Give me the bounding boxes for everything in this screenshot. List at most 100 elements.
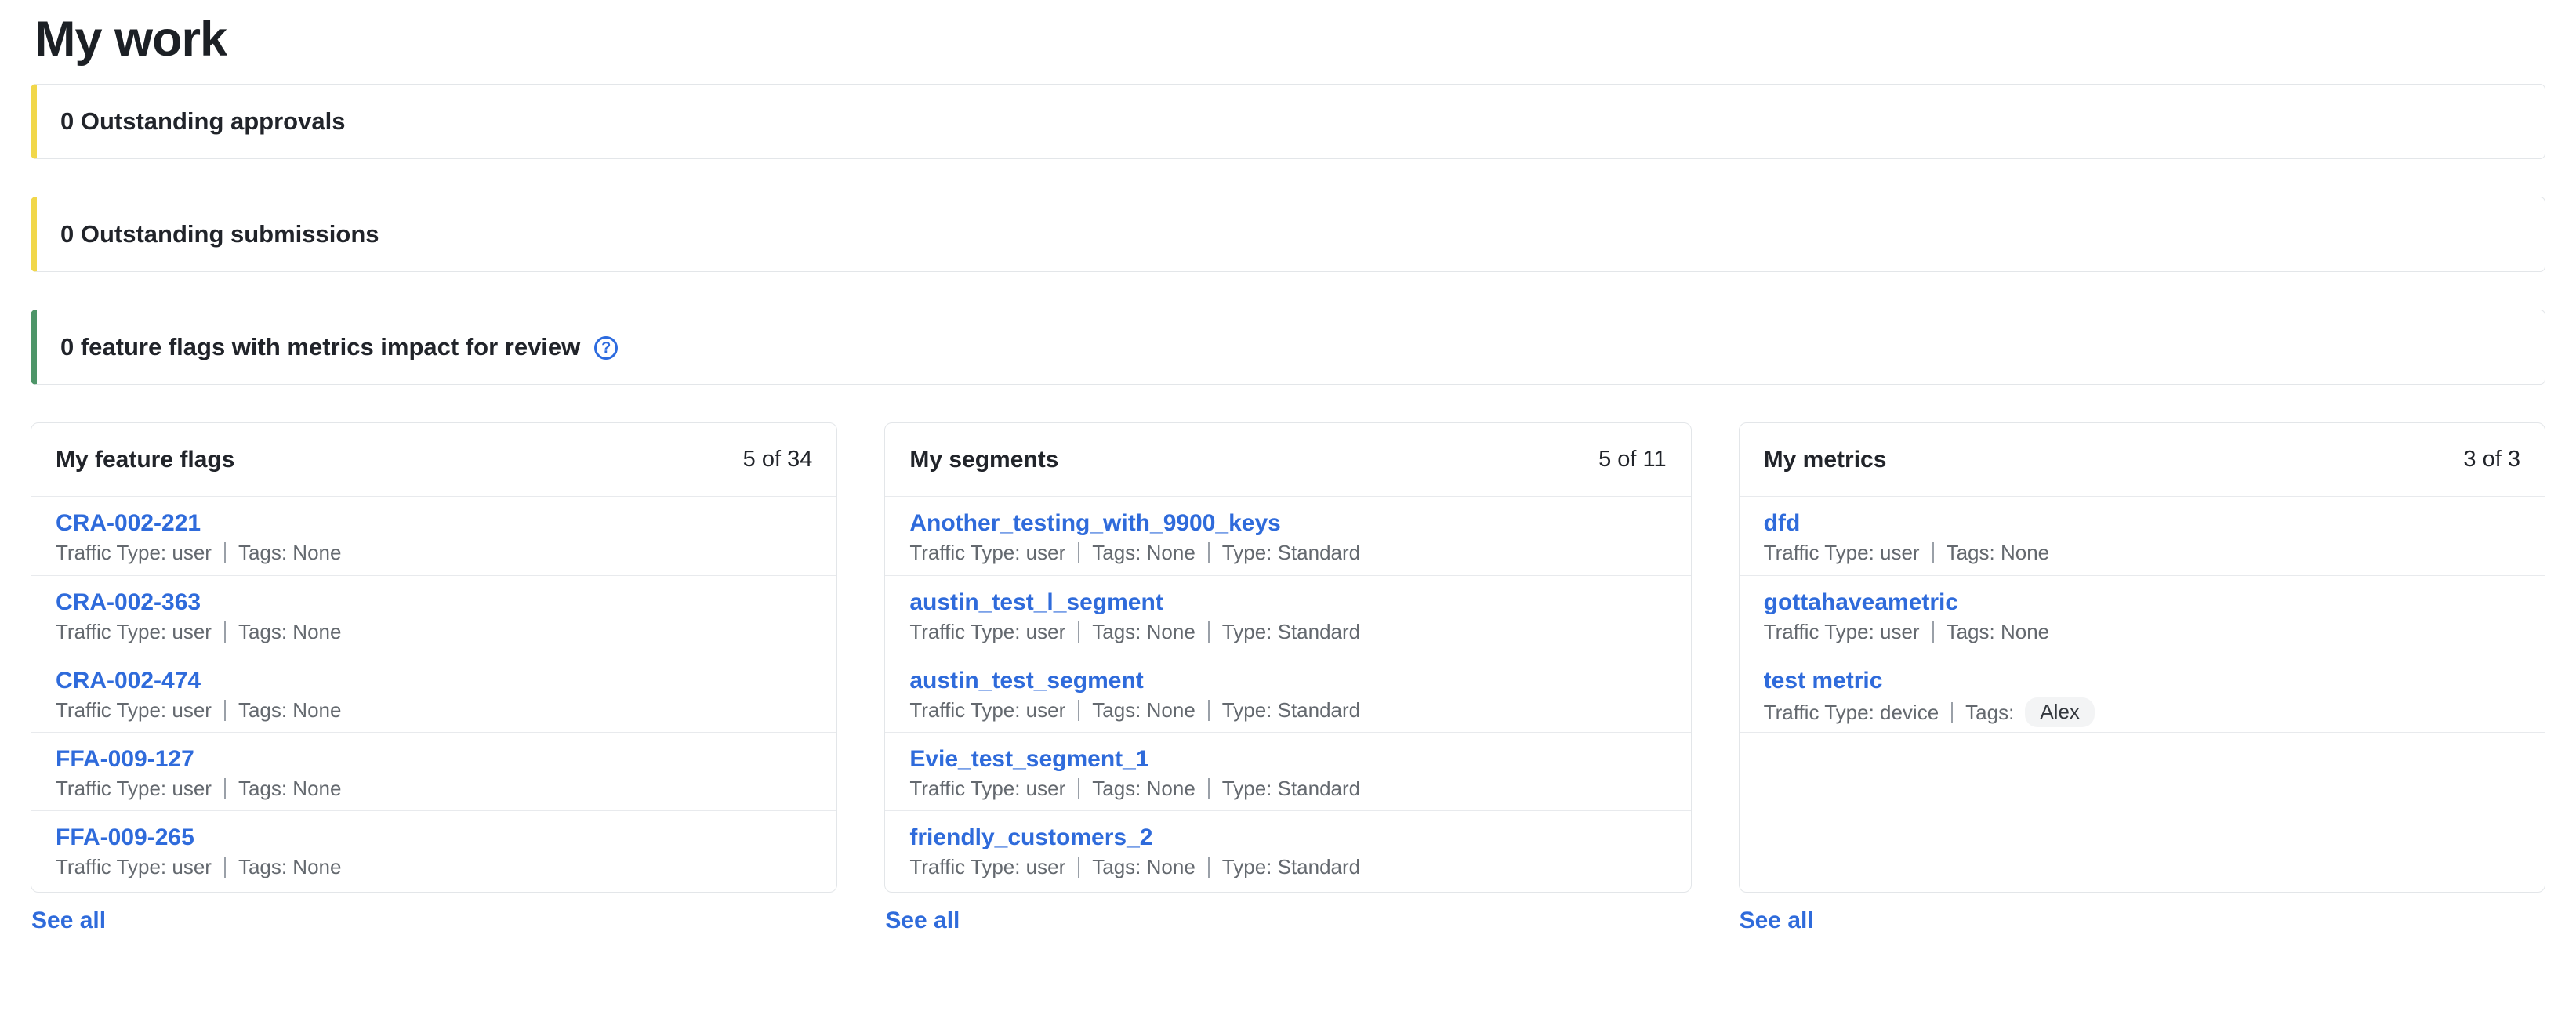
meta-text: Traffic Type: user (56, 854, 212, 880)
item-meta: Traffic Type: user Tags: None Type: Standa… (909, 619, 1666, 645)
meta-divider (1078, 857, 1079, 878)
meta-text: Tags: (1965, 700, 2014, 726)
item-link[interactable]: Evie_test_segment_1 (909, 745, 1148, 773)
card-list: Another_testing_with_9900_keys Traffic T… (885, 497, 1690, 892)
item-link[interactable]: austin_test_l_segment (909, 589, 1163, 616)
card-list: CRA-002-221 Traffic Type: user Tags: None… (31, 497, 836, 892)
meta-text: Traffic Type: user (909, 697, 1065, 723)
item-link[interactable]: FFA-009-265 (56, 824, 194, 851)
meta-text: Tags: None (1947, 619, 2050, 645)
item-meta: Traffic Type: user Tags: None Type: Standa… (909, 776, 1666, 802)
card-title: My feature flags (56, 447, 234, 473)
list-item: dfd Traffic Type: user Tags: None (1740, 497, 2545, 575)
meta-text: Traffic Type: user (1764, 540, 1920, 566)
banner-flags-metrics-impact: 0 feature flags with metrics impact for … (31, 310, 2545, 385)
meta-divider (1208, 542, 1210, 563)
meta-text: Tags: None (1092, 854, 1195, 880)
meta-text: Traffic Type: user (56, 697, 212, 723)
segments-column: My segments 5 of 11 Another_testing_with… (884, 422, 1691, 934)
item-meta: Traffic Type: deviceTags:Alex (1764, 697, 2520, 727)
item-link[interactable]: dfd (1764, 509, 1801, 537)
meta-divider (1078, 700, 1079, 721)
meta-text: Traffic Type: device (1764, 700, 1939, 726)
item-link[interactable]: Another_testing_with_9900_keys (909, 509, 1281, 537)
item-meta: Traffic Type: userTags: NoneType: Standa… (909, 540, 1666, 566)
meta-divider (1951, 702, 1953, 723)
card-header: My feature flags 5 of 34 (31, 423, 836, 497)
banner-text: 0 Outstanding submissions (60, 220, 379, 248)
list-item: CRA-002-474 Traffic Type: user Tags: None (31, 654, 836, 732)
banner-outstanding-approvals: 0 Outstanding approvals (31, 84, 2545, 159)
meta-text: Traffic Type: user (56, 619, 212, 645)
meta-text: Tags: None (1092, 776, 1195, 802)
item-link[interactable]: austin_test_segment (909, 667, 1143, 694)
meta-text: Type: Standard (1222, 619, 1360, 645)
item-link[interactable]: test metric (1764, 667, 1883, 694)
card-my-segments: My segments 5 of 11 Another_testing_with… (884, 422, 1691, 893)
item-link[interactable]: gottahaveametric (1764, 589, 1958, 616)
meta-text: Tags: None (1092, 540, 1195, 566)
item-link[interactable]: CRA-002-363 (56, 589, 201, 616)
meta-text: Traffic Type: user (909, 540, 1065, 566)
item-meta: Traffic Type: userTags: NoneType: Standa… (909, 854, 1666, 880)
item-meta: Traffic Type: user Tags: None (1764, 619, 2520, 645)
item-meta: Traffic Type: user Tags: None (56, 619, 812, 645)
meta-text: Traffic Type: user (56, 776, 212, 802)
meta-divider (1932, 542, 1934, 563)
list-item: CRA-002-221 Traffic Type: user Tags: None (31, 497, 836, 575)
meta-divider (224, 857, 226, 878)
meta-text: Tags: None (238, 854, 342, 880)
list-item: austin_test_l_segment Traffic Type: user… (885, 575, 1690, 654)
meta-divider (1078, 778, 1079, 799)
meta-divider (1208, 621, 1210, 643)
feature-flags-column: My feature flags 5 of 34 CRA-002-221 Tra… (31, 422, 837, 934)
my-work-page: My work 0 Outstanding approvals 0 Outsta… (0, 13, 2576, 934)
card-count: 5 of 34 (743, 447, 813, 473)
see-all-feature-flags-link[interactable]: See all (31, 907, 106, 934)
meta-divider (224, 700, 226, 721)
item-link[interactable]: FFA-009-127 (56, 745, 194, 773)
list-item: Another_testing_with_9900_keys Traffic T… (885, 497, 1690, 575)
card-header: My metrics 3 of 3 (1740, 423, 2545, 497)
meta-text: Type: Standard (1222, 776, 1360, 802)
meta-divider (1208, 700, 1210, 721)
summary-cards-row: My feature flags 5 of 34 CRA-002-221 Tra… (31, 422, 2545, 934)
item-meta: Traffic Type: user Tags: None (56, 697, 812, 723)
meta-divider (1078, 621, 1079, 643)
meta-divider (1078, 542, 1079, 563)
card-title: My segments (909, 447, 1058, 473)
item-link[interactable]: friendly_customers_2 (909, 824, 1152, 851)
meta-text: Tags: None (1947, 540, 2050, 566)
meta-divider (224, 621, 226, 643)
meta-text: Type: Standard (1222, 854, 1360, 880)
item-link[interactable]: CRA-002-474 (56, 667, 201, 694)
meta-text: Traffic Type: user (909, 776, 1065, 802)
see-all-metrics-link[interactable]: See all (1740, 907, 1814, 934)
item-link[interactable]: CRA-002-221 (56, 509, 201, 537)
list-item: test metric Traffic Type: deviceTags:Ale… (1740, 654, 2545, 732)
banner-text: 0 feature flags with metrics impact for … (60, 333, 580, 361)
item-meta: Traffic Type: user Tags: None (56, 854, 812, 880)
meta-text: Type: Standard (1222, 697, 1360, 723)
meta-divider (1208, 857, 1210, 878)
meta-divider (1932, 621, 1934, 643)
meta-text: Tags: None (238, 619, 342, 645)
meta-text: Traffic Type: user (56, 540, 212, 566)
banner-text: 0 Outstanding approvals (60, 107, 345, 136)
list-item: austin_test_segment Traffic Type: user Ta… (885, 654, 1690, 732)
see-all-segments-link[interactable]: See all (885, 907, 960, 934)
empty-space (1740, 732, 2545, 892)
meta-text: Traffic Type: user (909, 619, 1065, 645)
meta-text: Tags: None (238, 540, 342, 566)
meta-divider (224, 778, 226, 799)
card-header: My segments 5 of 11 (885, 423, 1690, 497)
item-meta: Traffic Type: userTags: None (56, 776, 812, 802)
meta-text: Traffic Type: user (1764, 619, 1920, 645)
meta-text: Tags: None (1092, 697, 1195, 723)
meta-text: Tags: None (1092, 619, 1195, 645)
question-mark-icon[interactable]: ? (594, 336, 618, 360)
card-title: My metrics (1764, 447, 1887, 473)
meta-text: Tags: None (238, 697, 342, 723)
item-meta: Traffic Type: user Tags: None Type: Standa… (909, 697, 1666, 723)
card-list: dfd Traffic Type: user Tags: None gottaha… (1740, 497, 2545, 892)
